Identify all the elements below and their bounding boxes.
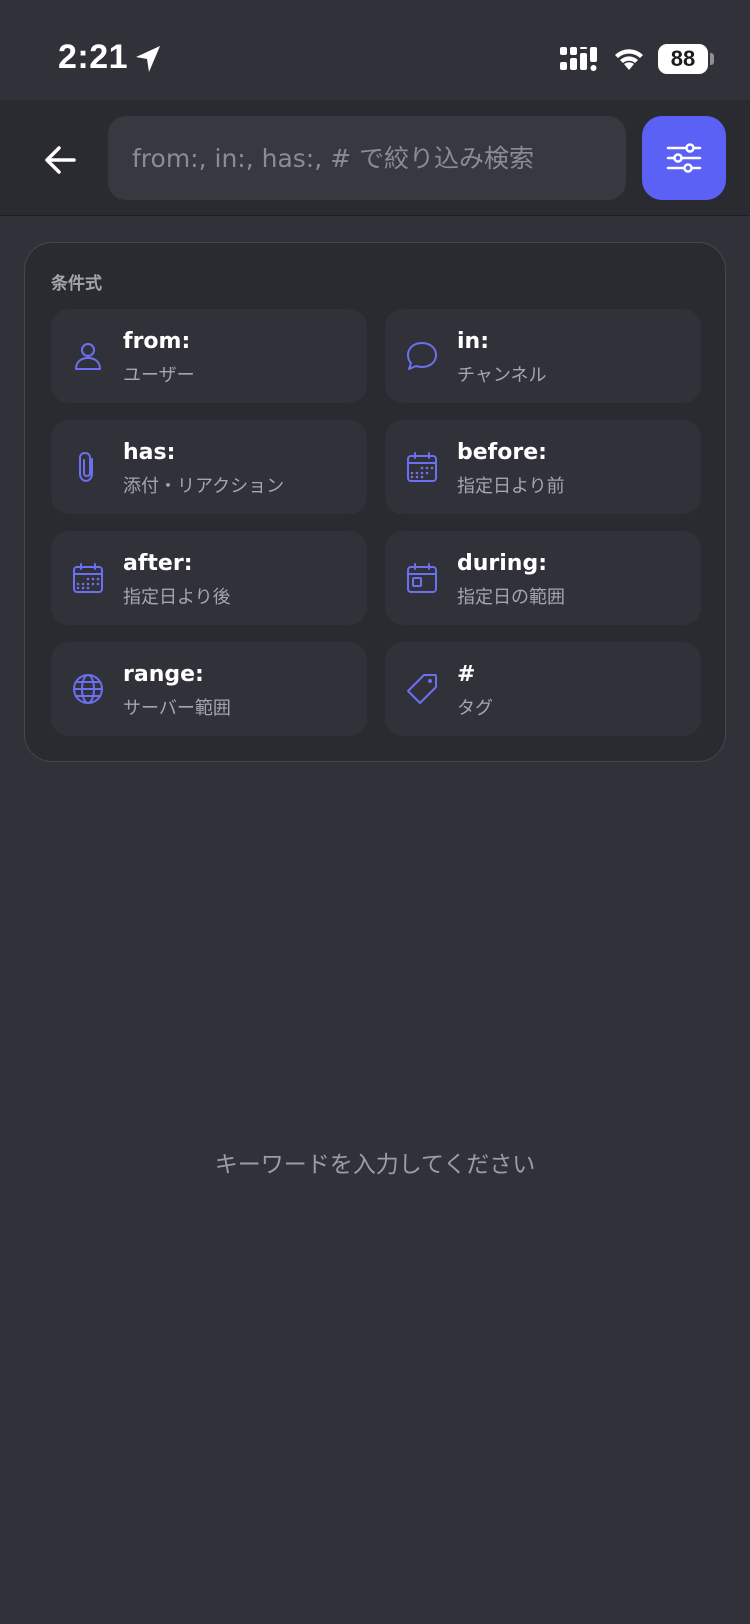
user-icon bbox=[75, 343, 101, 370]
paperclip-icon bbox=[79, 451, 93, 483]
empty-state-message: キーワードを入力してください bbox=[214, 1152, 536, 1178]
condition-desc: 指定日より前 bbox=[457, 476, 565, 497]
globe-icon bbox=[73, 674, 103, 704]
condition-desc: 指定日より後 bbox=[123, 587, 231, 608]
condition-label: in: bbox=[457, 329, 490, 354]
condition-panel: 条件式 from: ユーザー in: チャンネル has: 添付・リアクション bbox=[24, 242, 726, 762]
condition-label: # bbox=[457, 662, 476, 687]
condition-before[interactable]: before: 指定日より前 bbox=[385, 420, 701, 514]
wifi-icon bbox=[615, 49, 643, 70]
condition-desc: チャンネル bbox=[457, 365, 547, 386]
condition-label: after: bbox=[123, 551, 193, 576]
battery-tip bbox=[710, 53, 714, 65]
condition-label: from: bbox=[123, 329, 191, 354]
condition-after[interactable]: after: 指定日より後 bbox=[51, 531, 367, 625]
condition-label: during: bbox=[457, 551, 548, 576]
chat-bubble-icon bbox=[407, 342, 437, 370]
condition-desc: サーバー範囲 bbox=[123, 698, 231, 719]
condition-desc: 添付・リアクション bbox=[123, 476, 285, 497]
condition-tag[interactable]: # タグ bbox=[385, 642, 701, 736]
sliders-icon bbox=[666, 143, 702, 173]
location-arrow-icon bbox=[136, 46, 160, 72]
condition-desc: ユーザー bbox=[123, 365, 195, 386]
filter-button[interactable] bbox=[642, 116, 726, 200]
back-arrow-icon[interactable] bbox=[40, 138, 84, 182]
condition-during[interactable]: during: 指定日の範囲 bbox=[385, 531, 701, 625]
status-bar: 2:21 88 bbox=[0, 0, 750, 100]
search-box[interactable] bbox=[108, 116, 626, 200]
battery-indicator: 88 bbox=[658, 44, 708, 74]
cellular-signal-icon bbox=[560, 47, 597, 71]
condition-label: before: bbox=[457, 440, 547, 465]
condition-label: range: bbox=[123, 662, 204, 687]
calendar-icon bbox=[407, 452, 437, 482]
search-input[interactable] bbox=[132, 116, 612, 200]
tag-icon bbox=[407, 674, 437, 704]
condition-has[interactable]: has: 添付・リアクション bbox=[51, 420, 367, 514]
status-time: 2:21 bbox=[58, 38, 129, 76]
condition-in[interactable]: in: チャンネル bbox=[385, 309, 701, 403]
condition-desc: タグ bbox=[457, 698, 493, 719]
condition-label: has: bbox=[123, 440, 176, 465]
condition-range[interactable]: range: サーバー範囲 bbox=[51, 642, 367, 736]
calendar-icon bbox=[73, 563, 103, 593]
condition-from[interactable]: from: ユーザー bbox=[51, 309, 367, 403]
search-header bbox=[0, 100, 750, 216]
calendar-range-icon bbox=[407, 563, 437, 593]
condition-desc: 指定日の範囲 bbox=[457, 587, 565, 608]
panel-title: 条件式 bbox=[51, 274, 102, 294]
